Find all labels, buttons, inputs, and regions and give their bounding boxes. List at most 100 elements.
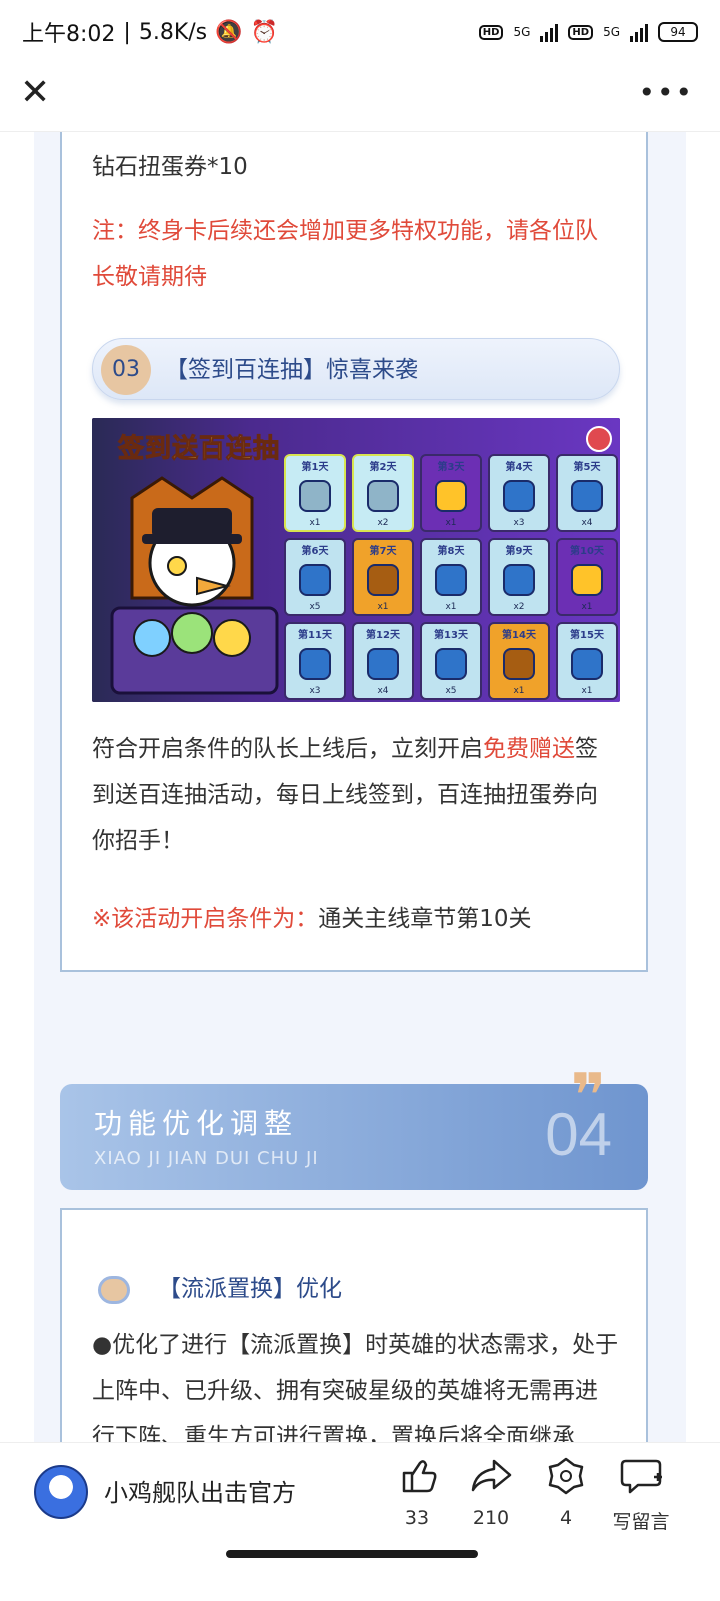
reward-quantity: x1 (513, 686, 525, 696)
checkin-day-label: 第8天 (437, 546, 465, 557)
signal-icon (630, 22, 648, 42)
reward-line: 钻石扭蛋券*10 (92, 154, 248, 180)
reward-quantity: x5 (309, 602, 321, 612)
checkin-day-label: 第4天 (505, 462, 533, 473)
checkin-day-label: 第15天 (570, 630, 604, 641)
checkin-day-cell: 第8天 x1 (420, 538, 482, 616)
checkin-day-label: 第3天 (437, 462, 465, 473)
reward-icon (367, 648, 399, 680)
bottom-action-bar: 小鸡舰队出击官方 33 210 4 写留言 (0, 1442, 720, 1601)
section-card-4: 【流派置换】优化 ●优化了进行【流派置换】时英雄的状态需求，处于上阵中、已升级、… (60, 1208, 648, 1442)
reward-quantity: x2 (513, 602, 525, 612)
section-card-3: 钻石扭蛋券*10 注：终身卡后续还会增加更多特权功能，请各位队长敬请期待 03 … (60, 132, 648, 972)
like-count: 33 (404, 1507, 430, 1529)
checkin-day-label: 第9天 (505, 546, 533, 557)
note-text: 注：终身卡后续还会增加更多特权功能，请各位队长敬请期待 (92, 218, 598, 290)
checkin-day-label: 第2天 (369, 462, 397, 473)
checkin-banner-image[interactable]: 签到送百连抽 第1天 x1 第2天 x2 第3天 x1 第4天 x3 第5天 x4 第6天 x5 第7天… (92, 418, 620, 702)
checkin-day-label: 第10天 (570, 546, 604, 557)
net-speed: 5.8K/s (138, 19, 208, 45)
status-time: 上午8:02 (22, 22, 116, 47)
share-button[interactable]: 210 (456, 1455, 526, 1529)
condition-line: ※该活动开启条件为：通关主线章节第10关 (92, 896, 620, 942)
section-title: 功能优化调整 (94, 1107, 299, 1140)
reward-icon (435, 480, 467, 512)
account-avatar[interactable] (34, 1465, 88, 1519)
signal-icon (540, 22, 559, 42)
checkin-day-label: 第5天 (573, 462, 601, 473)
checkin-day-cell: 第14天 x1 (488, 622, 550, 700)
checkin-grid: 第1天 x1 第2天 x2 第3天 x1 第4天 x3 第5天 x4 第6天 x5 第7天 x1 第8天 x1… (284, 454, 618, 700)
reward-quantity: x4 (377, 686, 389, 696)
reward-icon (503, 564, 535, 596)
hero-illustration (110, 476, 279, 695)
reward-quantity: x1 (309, 518, 321, 528)
reward-icon (299, 564, 331, 596)
home-indicator[interactable] (226, 1550, 478, 1558)
mute-icon: 🔕 (215, 19, 243, 45)
banner-title: 签到送百连抽 (117, 434, 281, 465)
reward-icon (571, 648, 603, 680)
account-name[interactable]: 小鸡舰队出击官方 (104, 1473, 296, 1508)
article-content[interactable]: 钻石扭蛋券*10 注：终身卡后续还会增加更多特权功能，请各位队长敬请期待 03 … (0, 132, 720, 1442)
section-number: 03 (101, 345, 151, 395)
reward-quantity: x1 (445, 518, 457, 528)
checkin-day-cell: 第11天 x3 (284, 622, 346, 700)
checkin-day-cell: 第9天 x2 (488, 538, 550, 616)
reward-quantity: x3 (309, 686, 321, 696)
close-icon[interactable]: ✕ (20, 75, 54, 112)
reward-icon (435, 564, 467, 596)
subsection-title: 【流派置换】优化 (158, 1276, 342, 1302)
reward-icon (503, 648, 535, 680)
comment-button[interactable]: 写留言 (606, 1455, 676, 1534)
condition-label: ※该活动开启条件为： (92, 906, 319, 932)
badge-icon (586, 426, 612, 452)
checkin-day-cell: 第3天 x1 (420, 454, 482, 532)
like-button[interactable]: 33 (382, 1455, 452, 1529)
reward-quantity: x1 (445, 602, 457, 612)
alarm-icon: ⏰ (250, 19, 278, 45)
hd-icon: HD (478, 24, 504, 40)
reward-icon (571, 564, 603, 596)
bullet-icon (98, 1276, 130, 1304)
subsection-body: ●优化了进行【流派置换】时英雄的状态需求，处于上阵中、已升级、拥有突破星级的英雄… (92, 1332, 619, 1442)
share-count: 210 (472, 1507, 510, 1529)
checkin-day-cell: 第7天 x1 (352, 538, 414, 616)
checkin-day-label: 第6天 (301, 546, 329, 557)
checkin-day-cell: 第15天 x1 (556, 622, 618, 700)
checkin-day-cell: 第6天 x5 (284, 538, 346, 616)
thumbs-up-icon (402, 1460, 437, 1493)
checkin-day-label: 第1天 (301, 462, 329, 473)
status-bar: 上午8:02 | 5.8K/s 🔕 ⏰ HD 5G HD 5G 94 (0, 0, 720, 64)
reward-quantity: x4 (581, 518, 593, 528)
free-gift-highlight: 免费赠送 (483, 736, 575, 762)
more-icon[interactable]: ••• (638, 76, 694, 109)
checkin-day-cell: 第4天 x3 (488, 454, 550, 532)
reward-icon (503, 480, 535, 512)
checkin-day-cell: 第5天 x4 (556, 454, 618, 532)
reward-icon (367, 564, 399, 596)
activity-paragraph: 符合开启条件的队长上线后，立刻开启免费赠送签到送百连抽活动，每日上线签到，百连抽… (92, 736, 598, 854)
reward-quantity: x5 (445, 686, 457, 696)
comment-icon (620, 1459, 662, 1494)
section-subtitle: XIAO JI JIAN DUI CHU JI (94, 1148, 319, 1169)
reward-icon (571, 480, 603, 512)
section-number: 04 (545, 1101, 612, 1168)
signal-label-1: 5G (513, 25, 531, 39)
reward-quantity: x3 (513, 518, 525, 528)
checkin-day-cell: 第1天 x1 (284, 454, 346, 532)
wow-button[interactable]: 4 (531, 1455, 601, 1529)
wow-count: 4 (559, 1507, 573, 1529)
hd-icon: HD (568, 24, 594, 40)
checkin-day-label: 第7天 (369, 546, 397, 557)
reward-icon (435, 648, 467, 680)
condition-value: 通关主线章节第10关 (318, 906, 532, 932)
comment-label: 写留言 (612, 1511, 670, 1533)
reward-icon (299, 480, 331, 512)
reward-quantity: x1 (581, 602, 593, 612)
checkin-day-cell: 第10天 x1 (556, 538, 618, 616)
section-pill-03: 03 【签到百连抽】惊喜来袭 (92, 338, 620, 400)
signal-label-2: 5G (603, 25, 620, 39)
reward-icon (299, 648, 331, 680)
checkin-day-label: 第13天 (434, 630, 468, 641)
